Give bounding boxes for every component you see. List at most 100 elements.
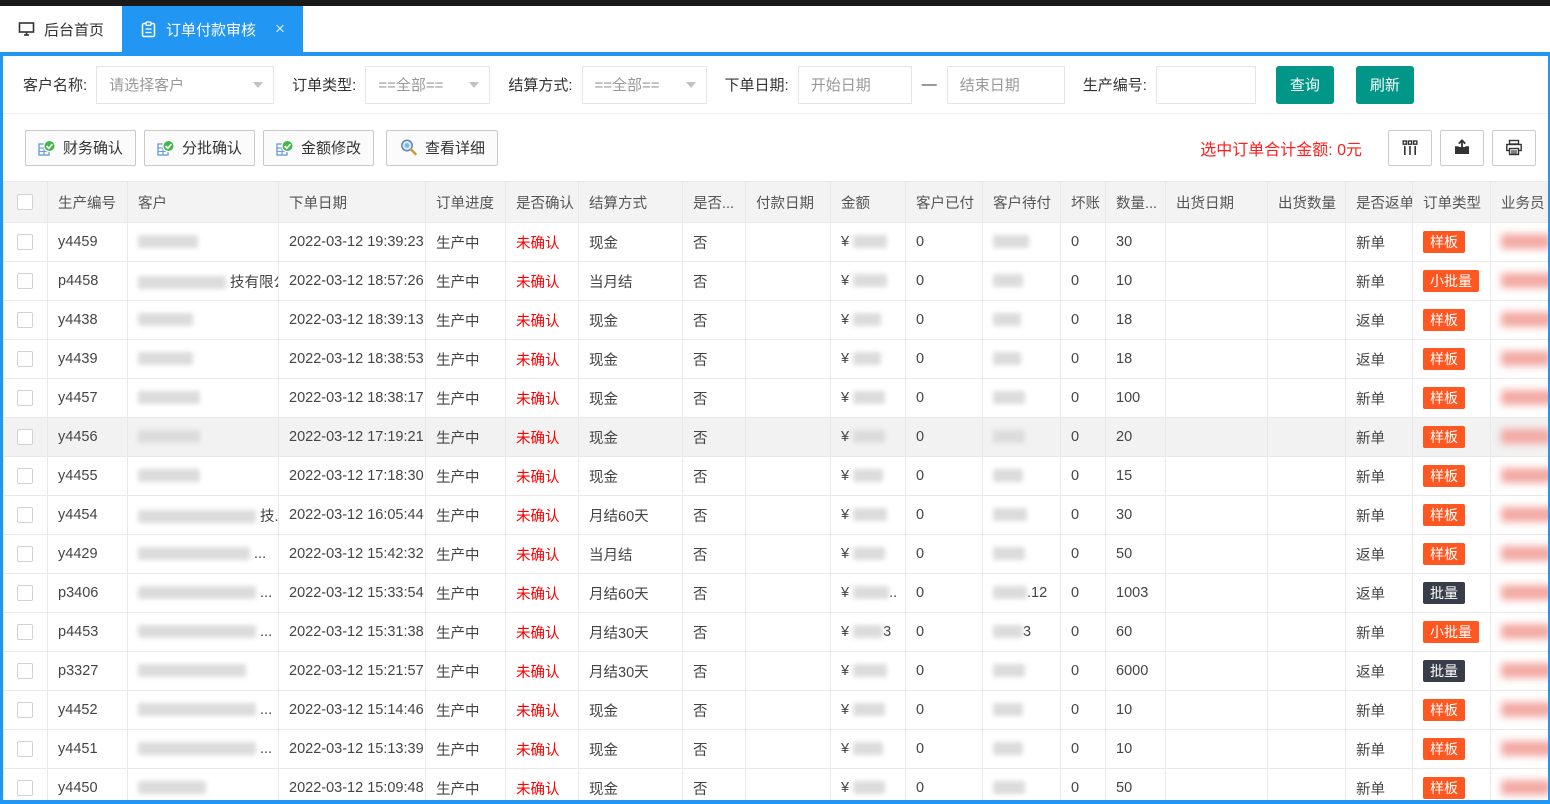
desktop-icon [18, 21, 35, 37]
print-icon [1504, 138, 1524, 158]
start-date-input[interactable]: 开始日期 [797, 65, 912, 104]
table-row[interactable]: y4455 2022-03-12 17:18:30 生产中 未确认 现金否 ¥ 0 0 15 新… [3, 456, 1548, 496]
cell-amount: ¥ [830, 456, 906, 496]
table-row[interactable]: y4457 2022-03-12 18:38:17 生产中 未确认 现金否 ¥ 0 0 100… [3, 378, 1548, 418]
table-row[interactable]: y4454 技...2022-03-12 16:05:44生产中未确认月结60天… [3, 495, 1548, 535]
order-type-badge: 样板 [1423, 504, 1465, 526]
table-row[interactable]: y4456 2022-03-12 17:19:21 生产中 未确认 现金否 ¥ 0 0 20 新… [3, 417, 1548, 457]
end-date-input[interactable]: 结束日期 [946, 65, 1065, 104]
cell-check [3, 612, 48, 652]
settlement-select[interactable]: ==全部== [581, 65, 707, 104]
cell-salesman [1490, 495, 1548, 535]
table-row[interactable]: y4438 2022-03-12 18:39:13 生产中 未确认 现金否 ¥ 0 0 18 返… [3, 300, 1548, 340]
cell-paid: 0 [905, 768, 983, 800]
row-checkbox[interactable] [17, 624, 33, 640]
cell-is_reorder: 新单 [1345, 456, 1413, 496]
batch-confirm-button[interactable]: 分批确认 [144, 129, 256, 166]
cell-paid: 0 [905, 300, 983, 340]
table-row[interactable]: y4452 ... 2022-03-12 15:14:46 生产中 未确认 现金否 ¥ 0… [3, 690, 1548, 730]
table-row[interactable]: y4459 2022-03-12 19:39:23 生产中 未确认 现金否 ¥ 0 0 30 新… [3, 222, 1548, 262]
row-checkbox[interactable] [17, 663, 33, 679]
order-type-badge: 样板 [1423, 348, 1465, 370]
row-checkbox[interactable] [17, 234, 33, 250]
cell-settlement: 现金 [578, 222, 683, 262]
cell-qty: 60 [1105, 612, 1166, 652]
cell-id: y4429 [47, 534, 128, 574]
cell-ship_date [1165, 456, 1268, 496]
amount-modify-button[interactable]: 金额修改 [263, 129, 375, 166]
cell-bad_debt: 0 [1060, 690, 1106, 730]
cell-is_paid: 否 [682, 612, 746, 652]
cell-order_type: 样板 [1412, 534, 1491, 574]
row-checkbox[interactable] [17, 390, 33, 406]
cell-pay_date [745, 768, 831, 800]
cell-is_reorder: 返单 [1345, 339, 1413, 379]
cell-order_date: 2022-03-12 15:13:39 [278, 729, 426, 769]
cell-order_type: 样板 [1412, 495, 1491, 535]
cell-is_reorder: 新单 [1345, 612, 1413, 652]
cell-bad_debt: 0 [1060, 495, 1106, 535]
cell-amount: ¥ [830, 339, 906, 379]
cell-qty: 50 [1105, 534, 1166, 574]
cell-qty: 18 [1105, 339, 1166, 379]
row-checkbox[interactable] [17, 546, 33, 562]
table-row[interactable]: p4453 ... 2022-03-12 15:31:38 生产中 未确认 月结30天否… [3, 612, 1548, 652]
cell-amount: ¥ [830, 690, 906, 730]
row-checkbox[interactable] [17, 702, 33, 718]
close-icon[interactable]: × [275, 19, 285, 39]
cell-pay_date [745, 534, 831, 574]
export-button[interactable] [1440, 129, 1484, 166]
row-checkbox[interactable] [17, 468, 33, 484]
cell-pay_date [745, 651, 831, 691]
table-tools: 选中订单合计金额: 0元 [1200, 129, 1536, 166]
table-row[interactable]: p3327 2022-03-12 15:21:57 生产中 未确认 月结30天否 ¥ 0 0… [3, 651, 1548, 691]
table-row[interactable]: y4450 2022-03-12 15:09:48 生产中 未确认 现金否 ¥ 0 0 50 新… [3, 768, 1548, 800]
cell-ship_date [1165, 417, 1268, 457]
settlement-select-value: ==全部== [594, 77, 660, 94]
customer-select[interactable]: 请选择客户 [96, 65, 275, 104]
cell-is_paid: 否 [682, 495, 746, 535]
cell-ship_date [1165, 261, 1268, 301]
table-row[interactable]: y4429 ... 2022-03-12 15:42:32 生产中 未确认 当月结否 ¥ … [3, 534, 1548, 574]
columns-filter-button[interactable] [1388, 129, 1432, 166]
row-checkbox[interactable] [17, 312, 33, 328]
cell-ship_date [1165, 534, 1268, 574]
view-detail-button[interactable]: 查看详细 [386, 129, 499, 166]
cell-pay_date [745, 729, 831, 769]
row-checkbox[interactable] [17, 780, 33, 796]
cell-order_date: 2022-03-12 18:38:53 [278, 339, 426, 379]
cell-customer [127, 300, 279, 340]
cell-id: y4439 [47, 339, 128, 379]
finance-confirm-button[interactable]: 财务确认 [25, 129, 137, 166]
row-checkbox[interactable] [17, 429, 33, 445]
cell-salesman [1490, 456, 1548, 496]
cell-salesman [1490, 378, 1548, 418]
row-checkbox[interactable] [17, 273, 33, 289]
cell-id: y4455 [47, 456, 128, 496]
row-checkbox[interactable] [17, 741, 33, 757]
row-checkbox[interactable] [17, 351, 33, 367]
cell-salesman [1490, 612, 1548, 652]
customer-filter-label: 客户名称: [23, 77, 88, 94]
print-button[interactable] [1492, 129, 1536, 166]
tab-backend-home[interactable]: 后台首页 [0, 6, 122, 52]
column-header-customer: 客户 [127, 181, 279, 223]
order-type-select[interactable]: ==全部== [365, 65, 491, 104]
tab-order-payment-review[interactable]: 订单付款审核 × [122, 6, 303, 52]
cell-paid: 0 [905, 495, 983, 535]
selected-total: 选中订单合计金额: 0元 [1200, 136, 1362, 160]
cell-is_paid: 否 [682, 651, 746, 691]
table-row[interactable]: p3406 ... 2022-03-12 15:33:54 生产中 未确认 月结60天否… [3, 573, 1548, 613]
query-button[interactable]: 查询 [1275, 65, 1334, 104]
column-header-settlement: 结算方式 [578, 181, 683, 223]
row-checkbox[interactable] [17, 507, 33, 523]
production-no-input[interactable] [1155, 65, 1256, 104]
button-label: 分批确认 [182, 140, 243, 157]
row-checkbox[interactable] [17, 585, 33, 601]
select-all-checkbox[interactable] [17, 194, 33, 210]
table-row[interactable]: y4451 ... 2022-03-12 15:13:39 生产中 未确认 现金否 ¥ 0… [3, 729, 1548, 769]
table-row[interactable]: y4439 2022-03-12 18:38:53 生产中 未确认 现金否 ¥ 0 0 18 返… [3, 339, 1548, 379]
table-row[interactable]: p4458 技有限公司2022-03-12 18:57:26生产中未确认当月结否… [3, 261, 1548, 301]
refresh-button[interactable]: 刷新 [1355, 65, 1414, 104]
cell-is_reorder: 返单 [1345, 651, 1413, 691]
